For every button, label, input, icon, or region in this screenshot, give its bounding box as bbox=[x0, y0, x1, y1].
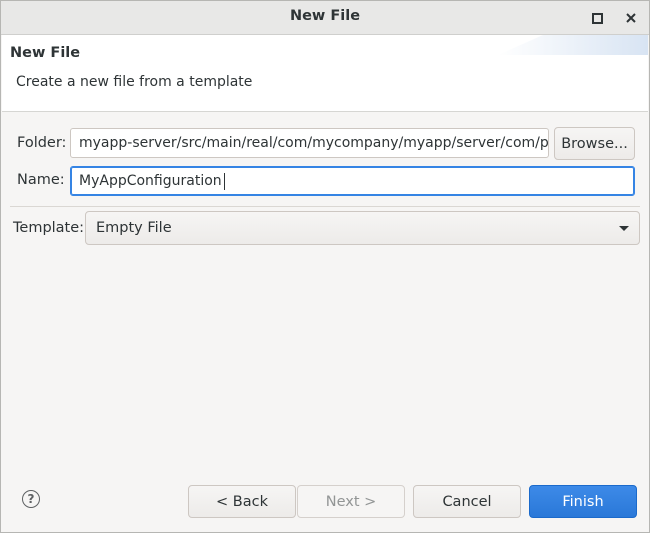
name-label: Name: bbox=[17, 172, 65, 188]
title-bar[interactable]: New File bbox=[1, 1, 649, 35]
wizard-banner: New File Create a new file from a templa… bbox=[2, 35, 648, 112]
back-button-label: < Back bbox=[216, 493, 268, 510]
chevron-down-icon bbox=[619, 226, 629, 231]
banner-description: Create a new file from a template bbox=[16, 74, 253, 90]
maximize-button[interactable] bbox=[587, 8, 607, 28]
cancel-button[interactable]: Cancel bbox=[413, 485, 521, 518]
text-caret bbox=[223, 172, 225, 190]
banner-title: New File bbox=[10, 45, 81, 61]
close-icon bbox=[626, 13, 636, 23]
template-label: Template: bbox=[13, 220, 85, 236]
finish-button-label: Finish bbox=[562, 493, 604, 510]
folder-label: Folder: bbox=[17, 135, 67, 151]
new-file-dialog: New File New File Create a new file from… bbox=[0, 0, 650, 533]
template-select-value: Empty File bbox=[96, 220, 172, 236]
cancel-button-label: Cancel bbox=[442, 493, 492, 510]
browse-button[interactable]: Browse... bbox=[554, 127, 635, 160]
back-button[interactable]: < Back bbox=[188, 485, 296, 518]
template-select[interactable]: Empty File bbox=[85, 211, 640, 245]
close-button[interactable] bbox=[621, 8, 641, 28]
name-input[interactable]: MyAppConfiguration bbox=[70, 166, 635, 196]
maximize-icon bbox=[591, 12, 603, 24]
help-icon: ? bbox=[27, 492, 35, 506]
separator bbox=[10, 206, 640, 207]
name-input-value: MyAppConfiguration bbox=[79, 173, 222, 189]
browse-button-label: Browse... bbox=[561, 135, 628, 152]
banner-graphic bbox=[498, 35, 648, 55]
folder-input[interactable]: myapp-server/src/main/real/com/mycompany… bbox=[70, 128, 549, 158]
next-button[interactable]: Next > bbox=[297, 485, 405, 518]
help-button[interactable]: ? bbox=[22, 490, 40, 508]
next-button-label: Next > bbox=[325, 493, 377, 510]
finish-button[interactable]: Finish bbox=[529, 485, 637, 518]
window-title: New File bbox=[289, 8, 361, 24]
